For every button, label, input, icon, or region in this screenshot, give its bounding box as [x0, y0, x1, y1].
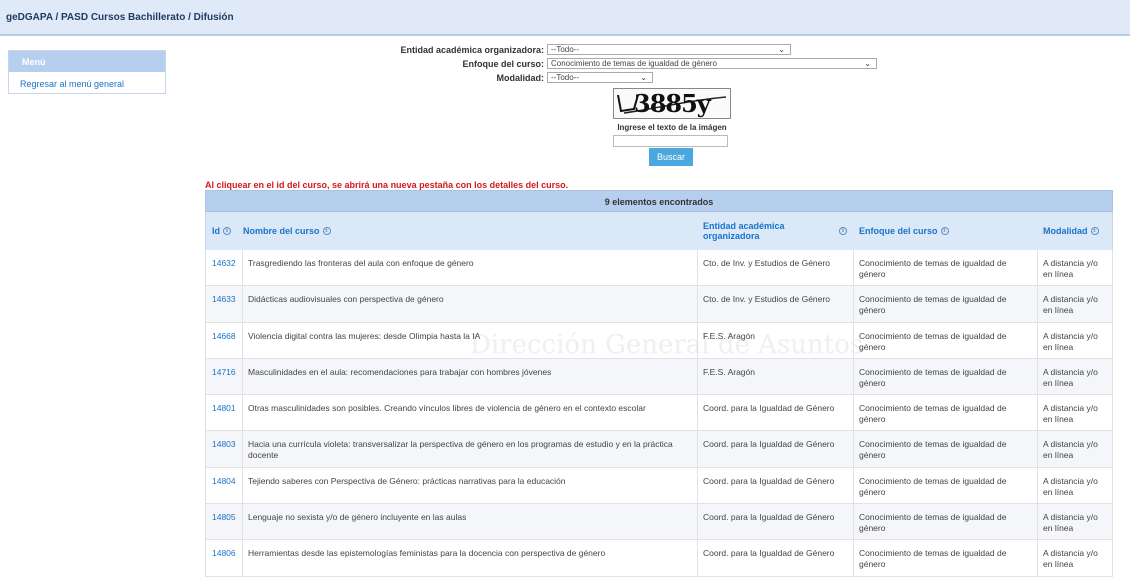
results-table: 9 elementos encontrados Id ⇕ Nombre del c…: [205, 190, 1113, 579]
col-header-modalidad-label: Modalidad: [1043, 226, 1088, 236]
course-entidad: Cto. de Inv. y Estudios de Género: [703, 258, 830, 268]
captcha-input[interactable]: [613, 135, 728, 147]
course-id-link[interactable]: 14803: [206, 439, 236, 450]
course-entidad: Cto. de Inv. y Estudios de Género: [703, 294, 830, 305]
sort-icon: ⇕: [1090, 227, 1099, 235]
course-enfoque: Conocimiento de temas de igualdad de gén…: [859, 439, 1007, 461]
menu-item-back[interactable]: Regresar al menú general: [9, 72, 165, 89]
enfoque-select-value: Conocimiento de temas de igualdad de gén…: [551, 59, 717, 68]
col-header-id[interactable]: Id ⇕: [206, 212, 236, 250]
course-name: Otras masculinidades son posibles. Crean…: [248, 403, 646, 414]
course-enfoque: Conocimiento de temas de igualdad de gén…: [859, 366, 1007, 388]
course-entidad: Coord. para la Igualdad de Género: [703, 475, 835, 486]
course-modalidad: A distancia y/o en línea: [1043, 403, 1098, 425]
table-row: 14632 Trasgrediendo las fronteras del aul…: [205, 250, 1113, 287]
modalidad-select-value: --Todo--: [551, 73, 580, 82]
course-id-link[interactable]: 14801: [206, 403, 236, 414]
sort-icon: ⇕: [223, 227, 231, 235]
chevron-down-icon: ⌄: [778, 45, 785, 54]
search-button[interactable]: Buscar: [649, 148, 693, 166]
entidad-select-value: --Todo--: [551, 45, 580, 54]
course-id-link[interactable]: 14633: [206, 294, 236, 305]
course-enfoque: Conocimiento de temas de igualdad de gén…: [859, 512, 1007, 534]
breadcrumb: geDGAPA / PASD Cursos Bachillerato / Dif…: [6, 12, 234, 23]
captcha-text: 3885y: [634, 89, 711, 118]
table-row: 14805 Lenguaje no sexista y/o de género i…: [205, 504, 1113, 541]
course-entidad: Coord. para la Igualdad de Género: [703, 548, 835, 559]
col-header-id-label: Id: [212, 226, 220, 236]
table-row: 14716 Masculinidades en el aula: recomend…: [205, 358, 1113, 396]
table-header-row: Id ⇕ Nombre del curso ⇕ Entidad académica …: [205, 212, 1113, 250]
notice-text: Al cliquear en el id del curso, se abrir…: [205, 180, 569, 190]
table-row: 14804 Tejiendo saberes con Perspectiva de…: [205, 467, 1113, 505]
course-modalidad: A distancia y/o en línea: [1043, 548, 1098, 570]
modalidad-select[interactable]: --Todo-- ⌄: [547, 72, 653, 83]
course-entidad: Coord. para la Igualdad de Género: [703, 512, 835, 523]
course-enfoque: Conocimiento de temas de igualdad de gén…: [859, 258, 1007, 279]
menu-title: Menú: [9, 51, 165, 72]
course-entidad: Coord. para la Igualdad de Género: [703, 403, 835, 414]
enfoque-label: Enfoque del curso:: [462, 59, 544, 69]
captcha-image: 3885y: [613, 88, 731, 119]
col-header-nombre[interactable]: Nombre del curso ⇕: [237, 212, 707, 250]
col-header-enfoque[interactable]: Enfoque del curso ⇕: [853, 212, 1037, 250]
course-modalidad: A distancia y/o en línea: [1043, 258, 1098, 279]
sort-icon: ⇕: [322, 227, 331, 235]
course-modalidad: A distancia y/o en línea: [1043, 366, 1098, 388]
col-header-entidad-label: Entidad académica organizadora: [703, 221, 785, 241]
course-id-link[interactable]: 14806: [206, 548, 236, 559]
course-modalidad: A distancia y/o en línea: [1043, 294, 1098, 316]
table-body: 14632 Trasgrediendo las fronteras del aul…: [205, 250, 1113, 577]
sort-icon: ⇕: [940, 227, 949, 235]
table-row: 14633 Didácticas audiovisuales con perspe…: [205, 286, 1113, 323]
top-bar: geDGAPA / PASD Cursos Bachillerato / Dif…: [0, 0, 1130, 36]
course-enfoque: Conocimiento de temas de igualdad de gén…: [859, 330, 1007, 352]
course-enfoque: Conocimiento de temas de igualdad de gén…: [859, 475, 1007, 497]
modalidad-label: Modalidad:: [496, 73, 545, 83]
course-name: Violencia digital contra las mujeres: de…: [248, 330, 481, 341]
enfoque-select[interactable]: Conocimiento de temas de igualdad de gén…: [547, 58, 877, 69]
course-name: Masculinidades en el aula: recomendacion…: [248, 366, 552, 377]
col-header-modalidad[interactable]: Modalidad ⇕: [1037, 212, 1113, 250]
course-modalidad: A distancia y/o en línea: [1043, 512, 1098, 534]
chevron-down-icon: ⌄: [640, 73, 647, 82]
table-row: 14803 Hacia una currícula violeta: transv…: [205, 431, 1113, 468]
course-name: Didácticas audiovisuales con perspectiva…: [248, 294, 444, 305]
course-modalidad: A distancia y/o en línea: [1043, 475, 1098, 497]
col-header-enfoque-label: Enfoque del curso: [859, 226, 938, 236]
table-row: 14806 Herramientas desde las epistemologí…: [205, 540, 1113, 577]
entidad-select[interactable]: --Todo-- ⌄: [547, 44, 791, 55]
col-header-entidad[interactable]: Entidad académica organizadora ⇕: [697, 212, 847, 250]
course-enfoque: Conocimiento de temas de igualdad de gén…: [859, 294, 1007, 316]
course-entidad: F.E.S. Aragón: [703, 366, 755, 377]
course-name: Tejiendo saberes con Perspectiva de Géne…: [248, 475, 566, 486]
course-id-link[interactable]: 14632: [206, 258, 236, 269]
course-id-link[interactable]: 14668: [206, 331, 236, 342]
col-header-nombre-label: Nombre del curso: [243, 226, 320, 236]
results-count: 9 elementos encontrados: [205, 190, 1113, 212]
course-enfoque: Conocimiento de temas de igualdad de gén…: [859, 403, 1007, 425]
course-entidad: Coord. para la Igualdad de Género: [703, 439, 835, 450]
course-name: Herramientas desde las epistemologías fe…: [248, 548, 606, 559]
chevron-down-icon: ⌄: [864, 59, 871, 68]
course-name: Trasgrediendo las fronteras del aula con…: [248, 258, 474, 268]
sort-icon: ⇕: [839, 227, 847, 235]
course-id-link[interactable]: 14804: [206, 476, 236, 487]
course-name: Lenguaje no sexista y/o de género incluy…: [248, 512, 467, 523]
course-id-link[interactable]: 14805: [206, 512, 236, 523]
captcha-prompt: Ingrese el texto de la imágen: [617, 123, 727, 132]
course-modalidad: A distancia y/o en línea: [1043, 330, 1098, 352]
side-menu: Menú Regresar al menú general: [8, 50, 166, 94]
entidad-label: Entidad académica organizadora:: [400, 45, 544, 55]
table-row: 14668 Violencia digital contra las mujere…: [205, 322, 1113, 359]
course-entidad: F.E.S. Aragón: [703, 330, 755, 341]
table-row: 14801 Otras masculinidades son posibles. …: [205, 395, 1113, 432]
course-enfoque: Conocimiento de temas de igualdad de gén…: [859, 548, 1007, 570]
course-modalidad: A distancia y/o en línea: [1043, 439, 1098, 461]
course-id-link[interactable]: 14716: [206, 367, 236, 378]
course-name: Hacia una currícula violeta: transversal…: [248, 439, 673, 461]
